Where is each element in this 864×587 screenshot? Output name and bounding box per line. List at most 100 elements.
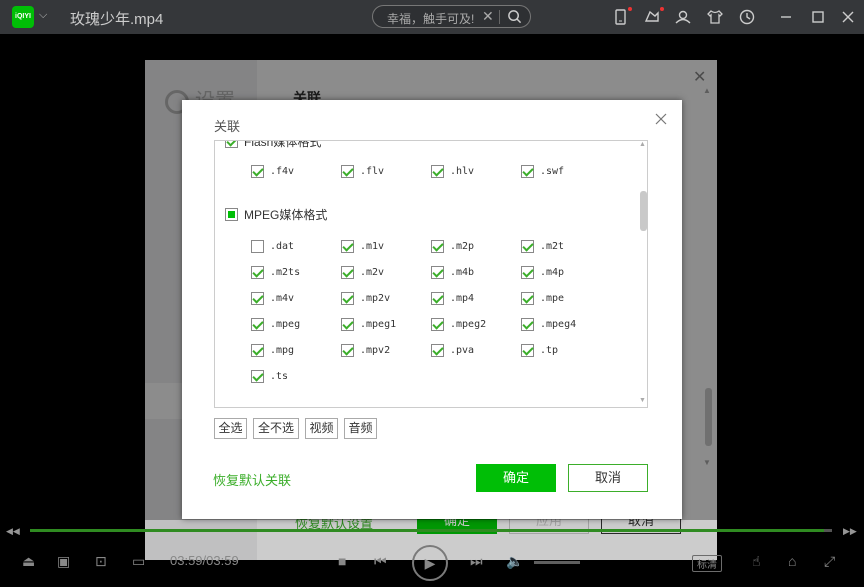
format-checkbox-item[interactable]: .dat [251, 240, 294, 253]
close-icon[interactable] [838, 7, 858, 27]
format-checkbox-item[interactable]: .m1v [341, 240, 384, 253]
group-checkbox[interactable] [225, 141, 238, 148]
phone-icon[interactable] [610, 7, 630, 27]
app-logo-icon[interactable]: iQIYI [12, 6, 34, 28]
checkbox[interactable] [341, 318, 354, 331]
checkbox[interactable] [251, 266, 264, 279]
restore-default-association-link[interactable]: 恢复默认关联 [213, 470, 291, 489]
format-checkbox-item[interactable]: .mpe [521, 292, 564, 305]
format-label: .f4v [270, 166, 295, 177]
group-header-1[interactable]: MPEG媒体格式 [225, 206, 327, 223]
format-checkbox-item[interactable]: .mpeg [251, 318, 300, 331]
close-icon[interactable] [654, 112, 668, 126]
chevron-down-icon[interactable]: ⌵ [39, 9, 47, 22]
format-checkbox-item[interactable]: .mp2v [341, 292, 390, 305]
format-label: .m4v [270, 293, 295, 304]
search-box[interactable]: 幸福，触手可及! ✕ [372, 5, 531, 28]
select-none-button[interactable]: 全不选 [253, 418, 299, 439]
checkbox[interactable] [341, 292, 354, 305]
format-checkbox-item[interactable]: .mpg [251, 344, 294, 357]
format-checkbox-item[interactable]: .mp4 [431, 292, 474, 305]
window-title: 玫瑰少年.mp4 [70, 11, 164, 28]
checkbox[interactable] [251, 240, 264, 253]
notification-dot [628, 7, 632, 11]
checkbox[interactable] [341, 240, 354, 253]
checkbox[interactable] [341, 266, 354, 279]
format-label: .flv [360, 166, 385, 177]
video-filter-button[interactable]: 视频 [305, 418, 338, 439]
checkbox[interactable] [431, 344, 444, 357]
title-bar: iQIYI ⌵ 玫瑰少年.mp4 幸福，触手可及! ✕ [0, 0, 864, 34]
group-header-0[interactable]: Flash媒体格式 [225, 140, 322, 150]
select-all-button[interactable]: 全选 [214, 418, 247, 439]
minimize-icon[interactable] [776, 7, 796, 27]
format-checkbox-item[interactable]: .m2v [341, 266, 384, 279]
format-label: .mpeg2 [450, 319, 487, 330]
format-label: .m2t [540, 241, 565, 252]
format-list[interactable]: Flash媒体格式 .f4v .flv .hlv .swf MPEG媒体格式 .dat .m1… [214, 140, 648, 408]
group-label: Flash媒体格式 [244, 140, 322, 149]
scroll-down-icon[interactable]: ▼ [639, 397, 646, 404]
checkbox[interactable] [521, 165, 534, 178]
checkbox[interactable] [251, 292, 264, 305]
format-checkbox-item[interactable]: .mpeg4 [521, 318, 576, 331]
format-label: .mpg [270, 345, 295, 356]
checkbox[interactable] [431, 240, 444, 253]
shirt-icon[interactable] [705, 7, 725, 27]
modal-overlay-bottom [0, 520, 864, 587]
format-checkbox-item[interactable]: .m4v [251, 292, 294, 305]
checkbox[interactable] [521, 318, 534, 331]
checkbox[interactable] [521, 344, 534, 357]
format-checkbox-item[interactable]: .m4b [431, 266, 474, 279]
format-checkbox-item[interactable]: .hlv [431, 165, 474, 178]
format-checkbox-item[interactable]: .f4v [251, 165, 294, 178]
format-checkbox-item[interactable]: .m2p [431, 240, 474, 253]
format-label: .m2ts [270, 267, 301, 278]
format-checkbox-item[interactable]: .mpv2 [341, 344, 390, 357]
checkbox[interactable] [431, 266, 444, 279]
maximize-icon[interactable] [808, 7, 828, 27]
format-checkbox-item[interactable]: .m2t [521, 240, 564, 253]
search-input[interactable]: 幸福，触手可及! [387, 10, 474, 27]
format-checkbox-item[interactable]: .tp [521, 344, 558, 357]
format-checkbox-item[interactable]: .pva [431, 344, 474, 357]
clock-icon[interactable] [737, 7, 757, 27]
format-checkbox-item[interactable]: .mpeg1 [341, 318, 396, 331]
scroll-up-icon[interactable]: ▲ [639, 141, 646, 148]
format-checkbox-item[interactable]: .m4p [521, 266, 564, 279]
format-label: .m4p [540, 267, 565, 278]
ok-button[interactable]: 确定 [476, 464, 556, 492]
checkbox[interactable] [251, 165, 264, 178]
checkbox[interactable] [431, 292, 444, 305]
format-label: .mpeg1 [360, 319, 397, 330]
format-checkbox-item[interactable]: .ts [251, 370, 288, 383]
checkbox[interactable] [521, 240, 534, 253]
format-checkbox-item[interactable]: .swf [521, 165, 564, 178]
format-checkbox-item[interactable]: .flv [341, 165, 384, 178]
user-icon[interactable] [673, 7, 693, 27]
checkbox[interactable] [341, 344, 354, 357]
checkbox[interactable] [251, 318, 264, 331]
group-checkbox[interactable] [225, 208, 238, 221]
format-label: .ts [270, 371, 289, 382]
format-checkbox-item[interactable]: .m2ts [251, 266, 300, 279]
clear-search-icon[interactable]: ✕ [482, 8, 494, 25]
search-icon[interactable] [507, 9, 522, 24]
skin-icon[interactable] [642, 7, 662, 27]
cancel-button[interactable]: 取消 [568, 464, 648, 492]
audio-filter-button[interactable]: 音频 [344, 418, 377, 439]
checkbox[interactable] [251, 370, 264, 383]
format-label: .mp2v [360, 293, 391, 304]
checkbox[interactable] [431, 165, 444, 178]
format-label: .swf [540, 166, 565, 177]
format-checkbox-item[interactable]: .mpeg2 [431, 318, 486, 331]
format-label: .m2p [450, 241, 475, 252]
format-label: .mpeg [270, 319, 301, 330]
format-label: .m4b [450, 267, 475, 278]
checkbox[interactable] [521, 266, 534, 279]
checkbox[interactable] [251, 344, 264, 357]
list-scrollbar[interactable] [640, 191, 647, 231]
checkbox[interactable] [521, 292, 534, 305]
checkbox[interactable] [431, 318, 444, 331]
checkbox[interactable] [341, 165, 354, 178]
